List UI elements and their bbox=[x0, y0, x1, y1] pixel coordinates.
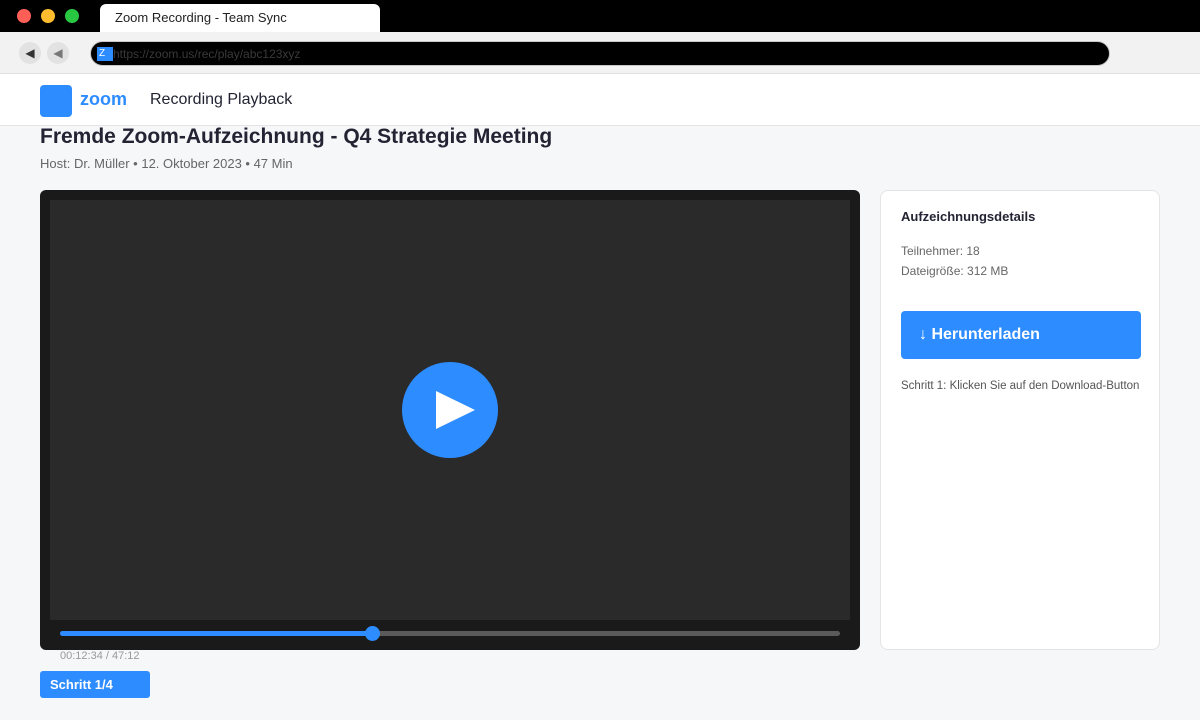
url-text[interactable]: https://zoom.us/rec/play/abc123xyz bbox=[113, 47, 300, 61]
site-favicon-icon: Z bbox=[97, 47, 113, 61]
back-button[interactable]: ◀ bbox=[19, 42, 41, 64]
app-header: zoom Recording Playback bbox=[0, 74, 1200, 126]
progress-bar[interactable] bbox=[60, 626, 840, 641]
video-player bbox=[40, 190, 860, 650]
browser-toolbar: ◀ ◀ Z https://zoom.us/rec/play/abc123xyz bbox=[0, 32, 1200, 74]
maximize-window-button[interactable] bbox=[65, 9, 79, 23]
browser-titlebar: Zoom Recording - Team Sync bbox=[0, 0, 1200, 32]
time-display: 00:12:34 / 47:12 bbox=[60, 650, 140, 662]
browser-tab[interactable]: Zoom Recording - Team Sync bbox=[100, 4, 380, 32]
minimize-window-button[interactable] bbox=[41, 9, 55, 23]
play-icon bbox=[436, 391, 475, 429]
address-bar[interactable]: Z https://zoom.us/rec/play/abc123xyz bbox=[90, 41, 1110, 66]
step-hint: Schritt 1: Klicken Sie auf den Download-… bbox=[901, 380, 1140, 392]
file-size: Dateigröße: 312 MB bbox=[901, 264, 1009, 278]
details-panel: Aufzeichnungsdetails Teilnehmer: 18 Date… bbox=[880, 190, 1160, 650]
page-title: Fremde Zoom-Aufzeichnung - Q4 Strategie … bbox=[40, 125, 553, 148]
forward-arrow-icon: ◀ bbox=[53, 46, 63, 60]
progress-fill bbox=[60, 631, 372, 636]
progress-handle[interactable] bbox=[365, 626, 380, 641]
recording-meta: Host: Dr. Müller • 12. Oktober 2023 • 47… bbox=[40, 156, 293, 171]
video-area[interactable] bbox=[50, 200, 850, 620]
tab-title: Zoom Recording - Team Sync bbox=[115, 10, 287, 25]
zoom-logo-icon[interactable] bbox=[40, 85, 72, 117]
play-button[interactable] bbox=[402, 362, 498, 458]
forward-button[interactable]: ◀ bbox=[47, 42, 69, 64]
close-window-button[interactable] bbox=[17, 9, 31, 23]
participants-count: Teilnehmer: 18 bbox=[901, 244, 980, 258]
panel-heading: Aufzeichnungsdetails bbox=[901, 209, 1036, 224]
step-badge: Schritt 1/4 bbox=[40, 671, 150, 698]
logo-text[interactable]: zoom bbox=[80, 89, 127, 110]
back-arrow-icon: ◀ bbox=[25, 46, 35, 60]
favicon-letter: Z bbox=[99, 48, 106, 59]
header-title: Recording Playback bbox=[150, 91, 293, 108]
download-button[interactable]: ↓ Herunterladen bbox=[901, 311, 1141, 359]
